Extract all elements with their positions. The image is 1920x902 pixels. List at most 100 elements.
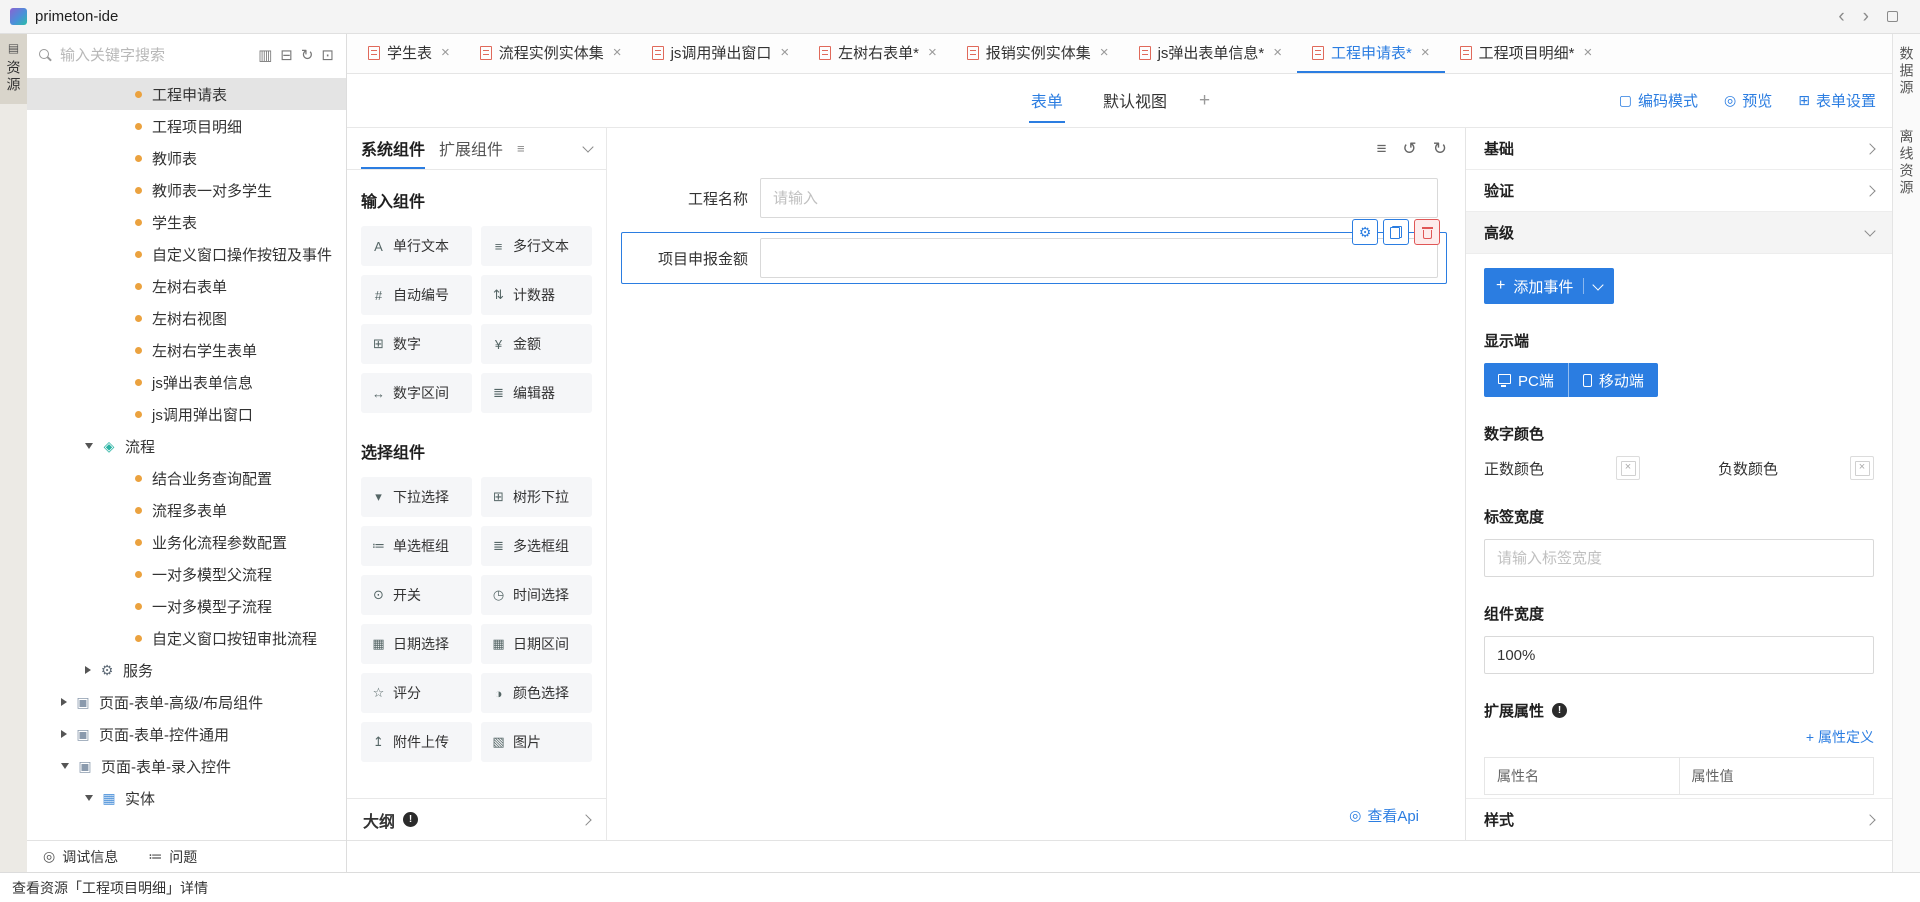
palette-component[interactable]: ≣ 多选框组 — [481, 526, 592, 566]
palette-component[interactable]: # 自动编号 — [361, 275, 472, 315]
section-advanced[interactable]: 高级 — [1466, 212, 1892, 254]
redo-icon[interactable]: ↻ — [1433, 139, 1447, 159]
tab-close-icon[interactable] — [780, 44, 789, 61]
right-strip-tab[interactable]: 数据源 — [1897, 46, 1917, 101]
tree-item[interactable]: 教师表 — [27, 142, 346, 174]
tree-item[interactable]: ◈ 流程 — [27, 430, 346, 462]
folder-icon[interactable]: ⊟ — [280, 46, 293, 64]
refresh-icon[interactable]: ↻ — [301, 46, 314, 64]
tree-item[interactable]: 一对多模型父流程 — [27, 558, 346, 590]
tree-item[interactable]: 学生表 — [27, 206, 346, 238]
palette-component[interactable]: ⊞ 数字 — [361, 324, 472, 364]
bottom-panel-tab[interactable]: ◎ 调试信息 — [43, 847, 118, 867]
section-basic[interactable]: 基础 — [1466, 128, 1892, 170]
palette-tab-extension[interactable]: 扩展组件 — [439, 128, 503, 169]
component-width-input[interactable] — [1484, 636, 1874, 674]
tab-close-icon[interactable] — [1421, 44, 1430, 61]
nav-back-icon[interactable]: ‹ — [1838, 7, 1844, 26]
tree-item[interactable]: 左树右视图 — [27, 302, 346, 334]
document-tab[interactable]: js调用弹出窗口 — [637, 34, 805, 73]
expand-arrow-icon[interactable] — [61, 698, 67, 706]
palette-menu-icon[interactable]: ≡ — [517, 141, 525, 156]
tree-item[interactable]: 一对多模型子流程 — [27, 590, 346, 622]
palette-component[interactable]: ≣ 编辑器 — [481, 373, 592, 413]
section-style[interactable]: 样式 — [1466, 798, 1892, 840]
palette-component[interactable]: ◑ 颜色选择 — [481, 673, 592, 713]
viewbar-action-button[interactable]: ◎ 预览 — [1724, 90, 1772, 111]
right-strip-tab[interactable]: 离线资源 — [1897, 129, 1917, 201]
document-tab[interactable]: 流程实例实体集 — [465, 34, 637, 73]
tree-item[interactable]: 左树右表单 — [27, 270, 346, 302]
tree-item[interactable]: 工程申请表 — [27, 78, 346, 110]
palette-component[interactable]: ☆ 评分 — [361, 673, 472, 713]
add-event-button[interactable]: + 添加事件 — [1484, 268, 1614, 304]
tab-close-icon[interactable] — [1583, 44, 1592, 61]
undo-icon[interactable]: ↺ — [1403, 139, 1417, 159]
search-input[interactable] — [60, 47, 250, 64]
form-field[interactable]: ⚙ 项目申报金额 — [621, 232, 1447, 284]
collapse-palette-icon[interactable] — [582, 141, 593, 152]
tab-close-icon[interactable] — [1273, 44, 1282, 61]
field-settings-button[interactable]: ⚙ — [1352, 219, 1378, 245]
tree-item[interactable]: 自定义窗口操作按钮及事件 — [27, 238, 346, 270]
expand-arrow-icon[interactable] — [85, 795, 93, 801]
tree-item[interactable]: ▦ 实体 — [27, 782, 346, 814]
palette-component[interactable]: ↔ 数字区间 — [361, 373, 472, 413]
document-tab[interactable]: js弹出表单信息* — [1124, 34, 1297, 73]
tab-close-icon[interactable] — [441, 44, 450, 61]
import-icon[interactable]: ▥ — [258, 46, 272, 64]
palette-component[interactable]: ⇅ 计数器 — [481, 275, 592, 315]
viewbar-action-button[interactable]: ▢ 编码模式 — [1619, 90, 1698, 111]
tab-close-icon[interactable] — [613, 44, 622, 61]
document-tab[interactable]: 工程申请表* — [1297, 34, 1445, 73]
tree-item[interactable]: js调用弹出窗口 — [27, 398, 346, 430]
resources-strip-tab[interactable]: ▤ 资源 — [0, 34, 27, 104]
tree-item[interactable]: 结合业务查询配置 — [27, 462, 346, 494]
palette-component[interactable]: ↥ 附件上传 — [361, 722, 472, 762]
tree-item[interactable]: ▣ 页面-表单-控件通用 — [27, 718, 346, 750]
tree-item[interactable]: js弹出表单信息 — [27, 366, 346, 398]
tree-item[interactable]: 业务化流程参数配置 — [27, 526, 346, 558]
field-input[interactable] — [760, 178, 1438, 218]
tree-item[interactable]: 工程项目明细 — [27, 110, 346, 142]
tree-item[interactable]: 左树右学生表单 — [27, 334, 346, 366]
view-tab[interactable]: 默认视图 — [1101, 79, 1169, 123]
pc-side-button[interactable]: PC端 — [1484, 363, 1569, 397]
tree-item[interactable]: ⚙ 服务 — [27, 654, 346, 686]
palette-component[interactable]: ⊙ 开关 — [361, 575, 472, 615]
section-validation[interactable]: 验证 — [1466, 170, 1892, 212]
palette-component[interactable]: ▦ 日期选择 — [361, 624, 472, 664]
tab-close-icon[interactable] — [928, 44, 937, 61]
document-tab[interactable]: 学生表 — [353, 34, 465, 73]
expand-arrow-icon[interactable] — [85, 443, 93, 449]
expand-arrow-icon[interactable] — [85, 666, 91, 674]
field-input[interactable] — [760, 238, 1438, 278]
palette-component[interactable]: A 单行文本 — [361, 226, 472, 266]
tree-item[interactable]: ▣ 页面-表单-高级/布局组件 — [27, 686, 346, 718]
form-field[interactable]: ⚙ 工程名称 — [621, 172, 1447, 224]
tree-item[interactable]: 流程多表单 — [27, 494, 346, 526]
add-view-button[interactable]: + — [1199, 90, 1210, 112]
expand-arrow-icon[interactable] — [61, 763, 69, 769]
palette-component[interactable]: ≔ 单选框组 — [361, 526, 472, 566]
palette-component[interactable]: ⊞ 树形下拉 — [481, 477, 592, 517]
palette-component[interactable]: ≡ 多行文本 — [481, 226, 592, 266]
document-tab[interactable]: 工程项目明细* — [1445, 34, 1608, 73]
negative-color-picker[interactable] — [1850, 456, 1874, 480]
palette-component[interactable]: ¥ 金额 — [481, 324, 592, 364]
tree-item[interactable]: 教师表一对多学生 — [27, 174, 346, 206]
view-api-link[interactable]: ◎ 查看Api — [1349, 805, 1419, 826]
palette-component[interactable]: ◷ 时间选择 — [481, 575, 592, 615]
window-layout-icon[interactable] — [1887, 11, 1898, 22]
tab-close-icon[interactable] — [1100, 44, 1109, 61]
palette-component[interactable]: ▧ 图片 — [481, 722, 592, 762]
positive-color-picker[interactable] — [1616, 456, 1640, 480]
bottom-panel-tab[interactable]: ≔ 问题 — [148, 847, 197, 867]
field-copy-button[interactable] — [1383, 219, 1409, 245]
document-tab[interactable]: 左树右表单* — [804, 34, 952, 73]
palette-tab-system[interactable]: 系统组件 — [361, 128, 425, 169]
collapse-all-icon[interactable]: ⊡ — [321, 46, 334, 64]
tree-item[interactable]: ▣ 页面-表单-录入控件 — [27, 750, 346, 782]
palette-component[interactable]: ▾ 下拉选择 — [361, 477, 472, 517]
field-delete-button[interactable] — [1414, 219, 1440, 245]
